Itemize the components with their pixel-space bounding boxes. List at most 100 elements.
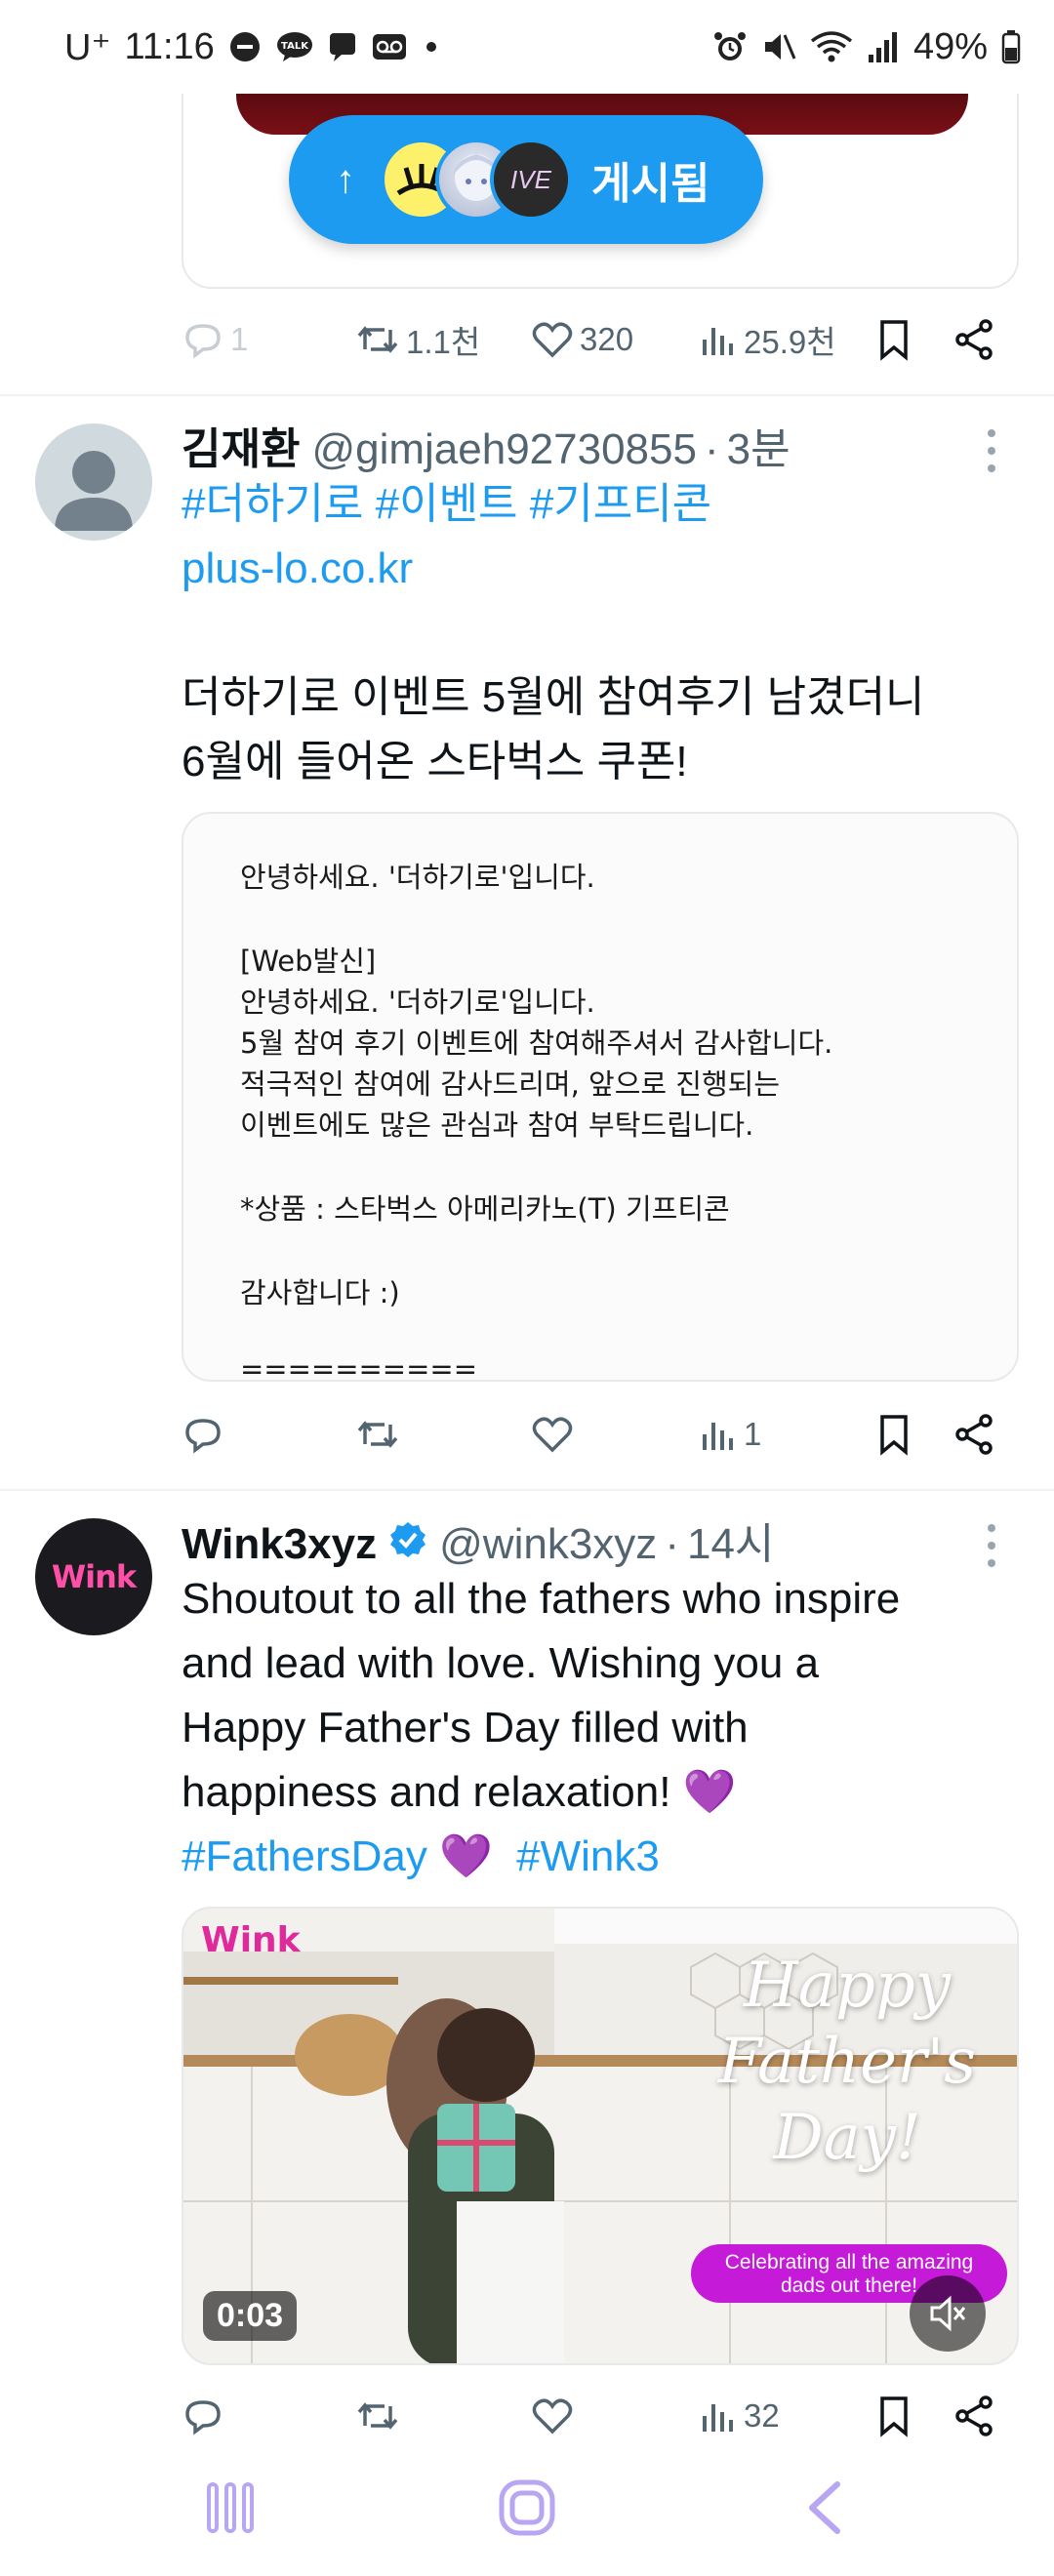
retweet-icon xyxy=(357,2402,398,2430)
system-nav-bar xyxy=(0,2439,1054,2576)
share-button[interactable] xyxy=(953,318,995,361)
retweet-button[interactable] xyxy=(355,2395,400,2437)
like-count: 320 xyxy=(580,321,634,357)
signal-icon xyxy=(867,29,900,64)
views-button[interactable]: 32 xyxy=(699,2395,780,2437)
battery-percent: 49% xyxy=(912,25,988,67)
talk-icon: TALK xyxy=(275,30,314,63)
chat-bubble-icon xyxy=(328,30,357,63)
back-button[interactable] xyxy=(785,2478,863,2537)
minus-circle-icon xyxy=(228,30,262,63)
reply-button[interactable] xyxy=(182,2395,224,2437)
separator-dot: · xyxy=(665,1520,679,1568)
wifi-icon xyxy=(810,29,853,64)
recent-apps-icon xyxy=(207,2482,254,2533)
heart-icon xyxy=(532,2398,573,2435)
dot-icon xyxy=(422,30,441,63)
svg-text:TALK: TALK xyxy=(281,41,309,52)
retweet-button[interactable] xyxy=(355,1413,400,1456)
note-line: 5월 참여 후기 이벤트에 참여해주셔서 감사합니다. xyxy=(240,1026,833,1060)
more-icon[interactable] xyxy=(982,1524,1001,1567)
share-button[interactable] xyxy=(953,2395,995,2437)
tweet-video[interactable]: Wink Happy Father's Day! Celebrating all… xyxy=(182,1907,1019,2365)
separator-dot: · xyxy=(704,425,719,473)
note-line: 적극적인 참여에 감사드리며, 앞으로 진행되는 xyxy=(240,1067,781,1101)
verified-badge-icon xyxy=(388,1520,427,1559)
arrow-up-icon: ↑ xyxy=(336,157,355,201)
like-button[interactable] xyxy=(531,1413,574,1456)
views-button[interactable]: 25.9천 xyxy=(699,316,836,363)
video-logo: Wink xyxy=(201,1920,301,1960)
tweet-body: #더하기로 #이벤트 #기프티콘 plus-lo.co.kr 더하기로 이벤트 … xyxy=(182,472,1021,794)
recent-apps-button[interactable] xyxy=(191,2478,269,2537)
heart-icon xyxy=(532,1417,573,1453)
purple-heart-emoji: 💜 xyxy=(439,1832,493,1880)
tweet-text-line: 더하기로 이벤트 5월에 참여후기 남겼더니 xyxy=(182,673,925,721)
posted-avatars: IVE xyxy=(381,139,572,221)
note-line: 이벤트에도 많은 관심과 참여 부탁드립니다. xyxy=(240,1108,754,1142)
bookmark-button[interactable] xyxy=(874,2395,913,2437)
user-handle[interactable]: @wink3xyz xyxy=(439,1520,657,1569)
note-line: 안녕하세요. '더하기로'입니다. xyxy=(240,986,595,1019)
mute-icon xyxy=(761,29,796,64)
note-line: 감사합니다 :) xyxy=(240,1276,400,1309)
note-line: 안녕하세요. '더하기로'입니다. xyxy=(240,861,595,894)
hashtag[interactable]: #FathersDay xyxy=(182,1832,427,1880)
user-name[interactable]: 김재환 xyxy=(182,414,300,476)
share-icon xyxy=(955,2395,993,2436)
tweet3-action-bar: 32 xyxy=(182,2387,1021,2445)
carrier-label: U⁺ xyxy=(64,26,111,68)
speaker-muted-icon xyxy=(930,2295,966,2332)
reply-icon xyxy=(185,324,221,359)
user-handle[interactable]: @gimjaeh92730855 xyxy=(311,425,697,474)
posted-label: 게시됨 xyxy=(591,160,710,208)
avatar[interactable]: Wink xyxy=(35,1518,152,1635)
reply-button[interactable]: 1 xyxy=(182,318,248,361)
tweet-link[interactable]: plus-lo.co.kr xyxy=(182,537,1021,601)
reply-icon xyxy=(185,2400,221,2435)
bookmark-icon xyxy=(880,1415,908,1456)
tweet-time[interactable]: 3분 xyxy=(727,414,790,476)
back-icon xyxy=(809,2481,840,2534)
views-icon xyxy=(703,328,733,355)
battery-icon xyxy=(1001,29,1021,64)
views-button[interactable]: 1 xyxy=(699,1413,761,1456)
retweet-button[interactable]: 1.1천 xyxy=(355,316,480,363)
note-line: *상품 : 스타벅스 아메리카노(T) 기프티콘 xyxy=(240,1192,730,1226)
reply-count: 1 xyxy=(230,321,249,357)
avatar[interactable] xyxy=(35,423,152,541)
share-button[interactable] xyxy=(953,1413,995,1456)
bookmark-button[interactable] xyxy=(874,1413,913,1456)
hashtag[interactable]: #Wink3 xyxy=(516,1832,660,1880)
divider xyxy=(0,394,1054,396)
divider xyxy=(0,1489,1054,1491)
retweet-icon xyxy=(357,1421,398,1448)
views-icon xyxy=(703,1423,733,1450)
home-icon xyxy=(499,2479,555,2536)
share-icon xyxy=(955,1414,993,1455)
reply-button[interactable] xyxy=(182,1413,224,1456)
mute-toggle-button[interactable] xyxy=(910,2275,986,2352)
clock: 11:16 xyxy=(124,25,215,67)
user-name[interactable]: Wink3xyz xyxy=(182,1520,377,1569)
posted-toast-button[interactable]: ↑ IVE 게시됨 xyxy=(289,115,763,244)
video-title-line: Father's xyxy=(717,2026,977,2098)
tweet-text-line: 6월에 들어온 스타벅스 쿠폰! xyxy=(182,738,688,785)
home-button[interactable] xyxy=(488,2475,566,2541)
like-button[interactable] xyxy=(531,2395,574,2437)
video-title: Happy Father's Day! xyxy=(691,1948,1003,2176)
video-duration: 0:03 xyxy=(203,2291,298,2341)
more-icon[interactable] xyxy=(982,429,1001,472)
like-button[interactable]: 320 xyxy=(531,318,633,361)
status-bar: U⁺ 11:16 TALK 49% xyxy=(0,0,1054,94)
tweet-time[interactable]: 14시 xyxy=(687,1509,774,1571)
alarm-icon xyxy=(712,29,748,64)
hashtags[interactable]: #더하기로 #이벤트 #기프티콘 xyxy=(182,472,1021,537)
bookmark-button[interactable] xyxy=(874,318,913,361)
bookmark-icon xyxy=(880,320,908,361)
views-count: 25.9천 xyxy=(744,324,836,360)
voicemail-icon xyxy=(371,30,408,63)
tweet-image[interactable]: 안녕하세요. '더하기로'입니다. [Web발신] 안녕하세요. '더하기로'입… xyxy=(182,812,1019,1382)
note-line: ========== xyxy=(240,1352,477,1382)
video-title-line: Happy xyxy=(743,1950,952,2022)
